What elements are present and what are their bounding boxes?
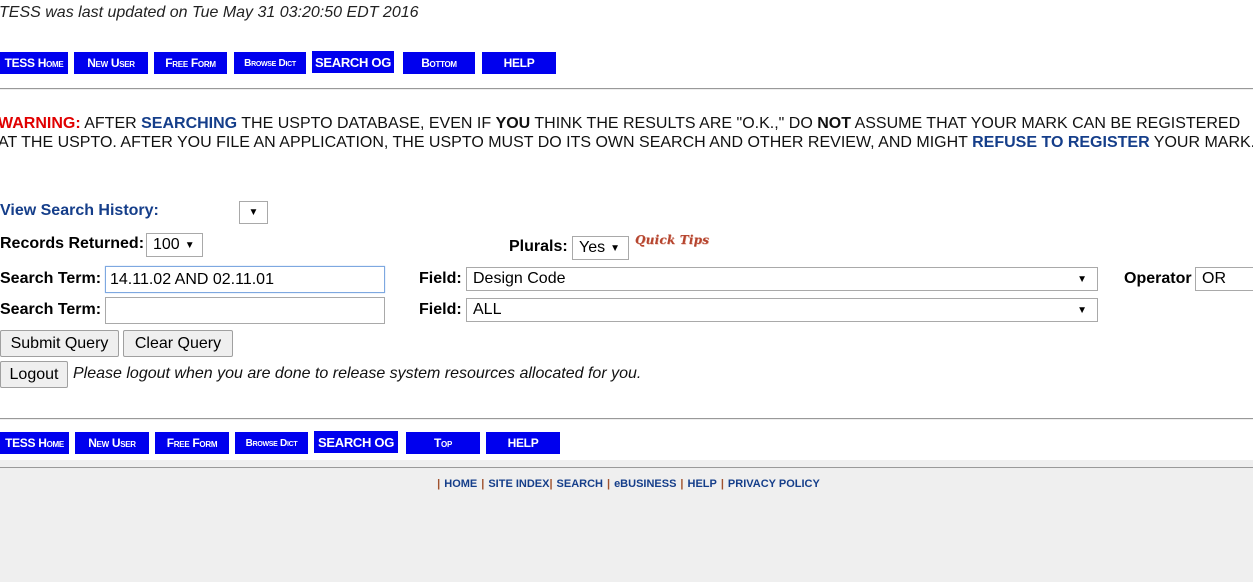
chevron-down-icon: ▼: [184, 239, 195, 251]
warning-prefix: WARNING:: [0, 115, 81, 132]
nav-search-og-button[interactable]: SEARCH OG: [312, 51, 394, 73]
records-returned-label: Records Returned:: [0, 235, 145, 252]
footer-separator: |: [720, 478, 724, 490]
nav-free-form-button[interactable]: Free Form: [154, 52, 227, 74]
nav-search-og-button[interactable]: SEARCH OG: [314, 431, 398, 453]
chevron-down-icon: ▼: [248, 207, 259, 218]
footer: | HOME | SITE INDEX| SEARCH | eBUSINESS | HELP | P…: [0, 460, 1253, 582]
footer-separator: |: [606, 478, 611, 490]
view-search-history-select[interactable]: ▼: [239, 201, 268, 224]
plurals-select[interactable]: Yes ▼: [572, 236, 629, 260]
logout-button[interactable]: Logout: [0, 361, 68, 388]
footer-links: | HOME | SITE INDEX| SEARCH | eBUSINESS | HELP | P…: [0, 478, 1253, 490]
warning-not: NOT: [817, 115, 851, 132]
search-term-1-input[interactable]: 14.11.02 AND 02.11.01: [105, 266, 385, 293]
footer-link-privacy-policy[interactable]: PRIVACY POLICY: [728, 478, 820, 490]
nav-browse-dict-button[interactable]: Browse Dict: [235, 432, 308, 454]
clear-query-button[interactable]: Clear Query: [123, 330, 233, 357]
nav-help-button[interactable]: HELP: [482, 52, 556, 74]
warning-you: YOU: [495, 115, 531, 132]
divider-top: [0, 88, 1253, 90]
footer-link-ebusiness[interactable]: eBUSINESS: [614, 478, 676, 490]
search-term-2-label: Search Term:: [0, 301, 102, 318]
footer-separator: |: [437, 478, 441, 490]
warning-refuse-to-register: REFUSE TO REGISTER: [972, 134, 1150, 151]
logout-note: Please logout when you are done to relea…: [73, 365, 642, 382]
warning-segment: AFTER: [80, 115, 142, 132]
warning-text: WARNING: AFTER SEARCHING THE USPTO DATAB…: [0, 114, 1253, 152]
records-returned-value: 100: [153, 236, 180, 253]
field-2-label: Field:: [419, 301, 462, 318]
plurals-value: Yes: [579, 239, 606, 256]
nav-tess-home-button[interactable]: TESS Home: [0, 52, 68, 74]
operator-label: Operator: [1124, 270, 1192, 287]
submit-query-button[interactable]: Submit Query: [0, 330, 119, 357]
field-1-select[interactable]: Design Code ▼: [466, 267, 1098, 291]
warning-segment: THE USPTO DATABASE, EVEN IF: [237, 115, 496, 132]
footer-link-help[interactable]: HELP: [688, 478, 717, 490]
nav-tess-home-button[interactable]: TESS Home: [0, 432, 69, 454]
footer-divider: [0, 467, 1253, 469]
chevron-down-icon: ▼: [1077, 273, 1087, 285]
last-updated-text: TESS was last updated on Tue May 31 03:2…: [0, 4, 419, 21]
warning-segment: YOUR MARK.: [1149, 134, 1253, 151]
tess-search-page: TESS was last updated on Tue May 31 03:2…: [0, 0, 1253, 582]
field-1-value: Design Code: [473, 270, 566, 287]
nav-help-button[interactable]: HELP: [486, 432, 560, 454]
nav-new-user-button[interactable]: New User: [75, 432, 149, 454]
operator-value: OR: [1202, 270, 1226, 287]
plurals-label: Plurals:: [509, 238, 568, 255]
chevron-down-icon: ▼: [1077, 304, 1087, 316]
view-search-history-label: View Search History:: [0, 202, 159, 219]
footer-link-site-index[interactable]: SITE INDEX: [488, 478, 549, 490]
search-term-2-input[interactable]: [105, 297, 385, 324]
footer-link-search[interactable]: SEARCH: [557, 478, 603, 490]
nav-bottom-button[interactable]: Bottom: [403, 52, 475, 74]
nav-top-button[interactable]: Top: [406, 432, 480, 454]
footer-separator: |: [549, 478, 553, 490]
search-term-1-label: Search Term:: [0, 270, 102, 287]
field-2-value: ALL: [473, 301, 502, 318]
nav-browse-dict-button[interactable]: Browse Dict: [234, 52, 306, 74]
operator-select[interactable]: OR: [1195, 267, 1253, 291]
divider-bottom: [0, 418, 1253, 420]
nav-free-form-button[interactable]: Free Form: [155, 432, 229, 454]
nav-new-user-button[interactable]: New User: [74, 52, 148, 74]
warning-searching: SEARCHING: [141, 115, 238, 132]
footer-separator: |: [481, 478, 485, 490]
warning-segment: THINK THE RESULTS ARE "O.K.," DO: [530, 115, 818, 132]
top-nav-bar: TESS Home New User Free Form Browse Dict…: [0, 51, 560, 74]
records-returned-select[interactable]: 100 ▼: [146, 233, 203, 257]
bottom-nav-bar: TESS Home New User Free Form Browse Dict…: [0, 431, 562, 454]
field-2-select[interactable]: ALL ▼: [466, 298, 1098, 322]
footer-link-home[interactable]: HOME: [444, 478, 477, 490]
field-1-label: Field:: [419, 270, 462, 287]
quick-tips-link[interactable]: Quick Tips: [635, 233, 709, 247]
chevron-down-icon: ▼: [610, 242, 621, 254]
footer-separator: |: [680, 478, 684, 490]
